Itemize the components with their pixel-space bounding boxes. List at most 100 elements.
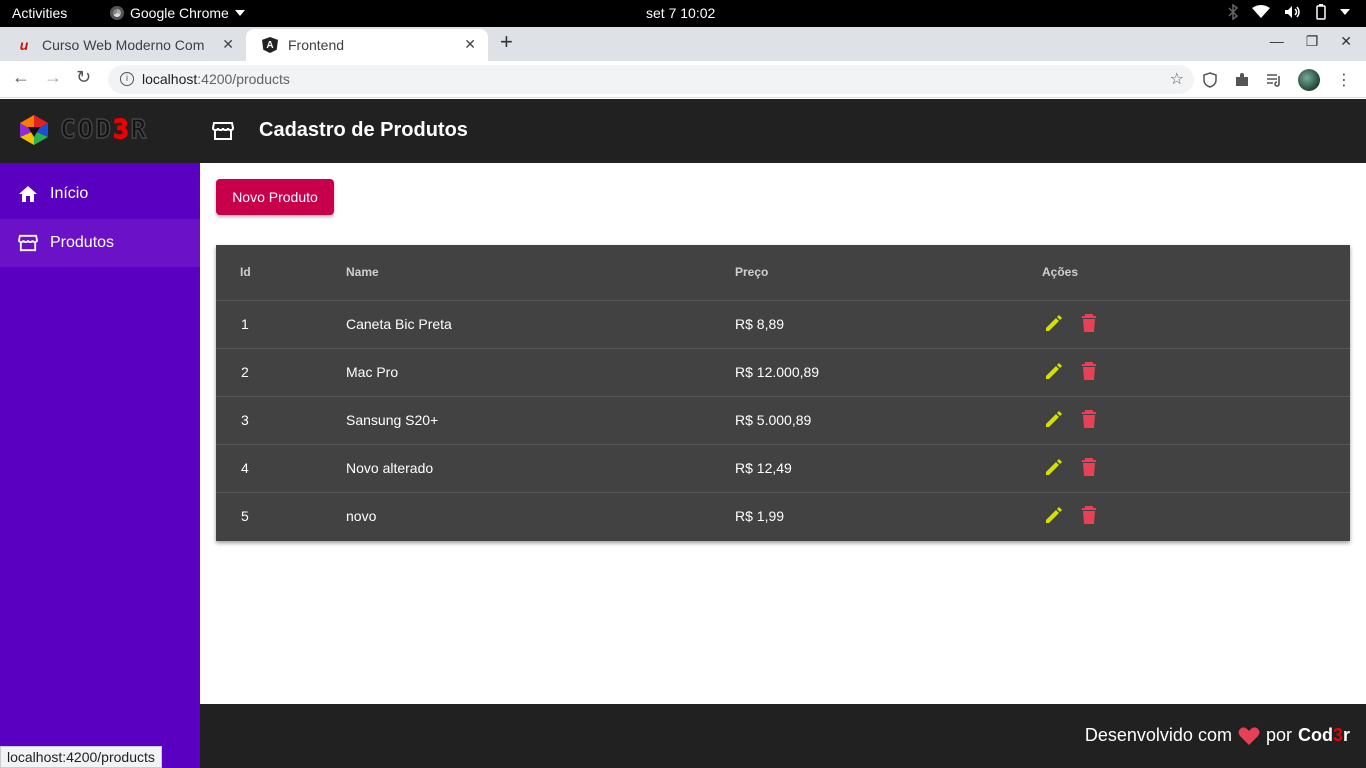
logo-accent: 3 [112, 114, 131, 146]
url-text[interactable]: localhost:4200/products [142, 71, 290, 87]
edit-icon[interactable] [1044, 313, 1064, 333]
site-info-icon[interactable]: i [120, 72, 134, 86]
sidebar-item-label: Produtos [50, 234, 115, 251]
new-product-button[interactable]: Novo Produto [216, 179, 334, 215]
column-header-id[interactable]: Id [240, 265, 251, 279]
angular-icon: A [262, 37, 278, 53]
cod3r-logo[interactable]: COD3R [14, 113, 148, 147]
caret-down-icon [234, 10, 245, 16]
column-header-price[interactable]: Preço [735, 265, 768, 279]
wifi-icon [1252, 5, 1270, 18]
tab-title: Curso Web Moderno Com [42, 37, 205, 53]
delete-icon[interactable] [1080, 313, 1098, 333]
table-row: 3 Sansung S20+ R$ 5.000,89 [216, 397, 1350, 445]
bluetooth-icon [1228, 4, 1238, 20]
close-window-icon[interactable]: ✕ [1340, 33, 1352, 50]
footer-by: por [1265, 725, 1292, 745]
cell-name: Caneta Bic Preta [346, 316, 452, 332]
footer-text: Desenvolvido com [1084, 725, 1232, 745]
cell-price: R$ 8,89 [735, 316, 785, 332]
app-footer: Desenvolvido com por Cod3r [200, 704, 1366, 768]
volume-icon [1285, 6, 1300, 18]
window-controls: — ❐ ✕ [1270, 33, 1352, 50]
minimize-icon[interactable]: — [1270, 33, 1284, 50]
app-menu[interactable]: Google Chrome [110, 5, 245, 21]
column-header-name[interactable]: Name [346, 265, 379, 279]
menu-kebab-icon[interactable]: ⋮ [1336, 70, 1352, 90]
table-row: 1 Caneta Bic Preta R$ 8,89 [216, 301, 1350, 349]
toolbar-icons: ⋮ [1202, 69, 1352, 91]
back-icon[interactable]: ← [12, 67, 30, 88]
address-bar[interactable]: i localhost:4200/products ☆ [108, 65, 1194, 94]
edit-icon[interactable] [1044, 457, 1064, 477]
udemy-icon: u [19, 37, 29, 53]
brand-accent: 3 [1332, 725, 1343, 745]
edit-icon[interactable] [1044, 409, 1064, 429]
sidebar-item-inicio[interactable]: Início [0, 170, 200, 218]
cod3r-wordmark: COD3R [59, 114, 149, 146]
extensions-icon[interactable] [1234, 72, 1250, 88]
logo-text: COD [59, 114, 113, 146]
delete-icon[interactable] [1080, 361, 1098, 381]
chrome-icon [110, 6, 124, 20]
tab-curso-web[interactable]: u Curso Web Moderno Com ✕ [0, 29, 246, 61]
sidebar-item-label: Início [50, 185, 89, 202]
row-actions [1044, 361, 1098, 381]
cell-id: 2 [241, 364, 249, 380]
sidebar: Início Produtos [0, 163, 200, 768]
restore-icon[interactable]: ❐ [1306, 33, 1319, 50]
browser-toolbar: ← → ↻ i localhost:4200/products ☆ ⋮ [0, 61, 1366, 98]
clock[interactable]: set 7 10:02 [646, 5, 715, 21]
close-tab-icon[interactable]: ✕ [222, 36, 234, 53]
table-row: 2 Mac Pro R$ 12.000,89 [216, 349, 1350, 397]
media-queue-icon[interactable] [1266, 72, 1282, 88]
heart-icon [1238, 726, 1260, 745]
tab-title: Frontend [288, 37, 345, 53]
row-actions [1044, 457, 1098, 477]
cell-price: R$ 12.000,89 [735, 364, 820, 380]
footer-brand: Cod3r [1298, 725, 1350, 746]
close-tab-icon[interactable]: ✕ [464, 36, 476, 53]
cell-id: 4 [241, 460, 249, 476]
row-actions [1044, 409, 1098, 429]
footer-credit: Desenvolvido com por Cod3r [1085, 725, 1350, 746]
reload-icon[interactable]: ↻ [76, 67, 91, 88]
column-header-actions: Ações [1042, 265, 1079, 279]
cell-name: Mac Pro [346, 364, 399, 380]
cod3r-logo-icon [20, 115, 48, 145]
delete-icon[interactable] [1080, 409, 1098, 429]
cell-name: Sansung S20+ [346, 412, 439, 428]
cell-id: 5 [241, 508, 249, 524]
table-row: 5 novo R$ 1,99 [216, 493, 1350, 541]
sidebar-item-produtos[interactable]: Produtos [0, 219, 200, 267]
cell-price: R$ 12,49 [735, 460, 792, 476]
shield-icon[interactable] [1202, 72, 1218, 88]
battery-icon [1316, 4, 1326, 20]
new-tab-icon[interactable]: + [500, 29, 513, 55]
cell-name: novo [346, 508, 377, 524]
caret-down-icon [1340, 9, 1350, 15]
brand-start: Cod [1297, 725, 1333, 745]
edit-icon[interactable] [1044, 505, 1064, 525]
logo-end: R [130, 114, 149, 146]
url-host: localhost [142, 71, 198, 87]
status-bubble-url: localhost:4200/products [0, 746, 162, 768]
tab-frontend[interactable]: A Frontend ✕ [246, 29, 488, 61]
system-tray[interactable] [1228, 4, 1350, 20]
system-top-bar: Activities Google Chrome set 7 10:02 [0, 0, 1366, 27]
app-header: COD3R Cadastro de Produtos [0, 99, 1366, 163]
delete-icon[interactable] [1080, 457, 1098, 477]
page-title: Cadastro de Produtos [259, 119, 468, 141]
profile-avatar[interactable] [1298, 69, 1320, 91]
delete-icon[interactable] [1080, 505, 1098, 525]
storefront-icon [18, 234, 38, 252]
cell-price: R$ 1,99 [735, 508, 785, 524]
activities-button[interactable]: Activities [12, 5, 67, 21]
row-actions [1044, 505, 1098, 525]
home-icon [19, 186, 37, 202]
forward-icon[interactable]: → [44, 67, 62, 88]
url-path: :4200/products [197, 71, 290, 87]
bookmark-star-icon[interactable]: ☆ [1170, 69, 1184, 89]
edit-icon[interactable] [1044, 361, 1064, 381]
row-actions [1044, 313, 1098, 333]
